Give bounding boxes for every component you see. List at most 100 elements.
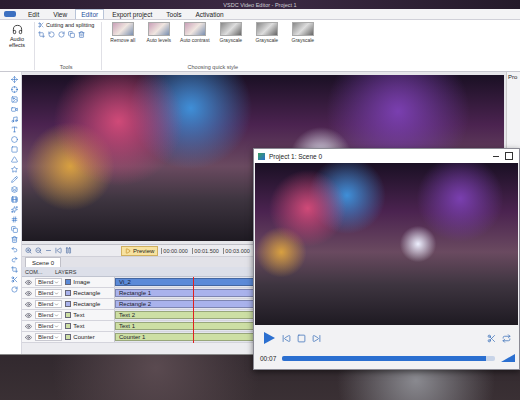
- player-controls: [254, 325, 519, 351]
- scissors-icon: [38, 22, 44, 28]
- style-thumbnail: [184, 22, 206, 36]
- visibility-icon[interactable]: [25, 334, 32, 341]
- visibility-icon[interactable]: [25, 279, 32, 286]
- tool-icon[interactable]: [11, 196, 18, 203]
- tool-icon[interactable]: [11, 216, 18, 223]
- layer-type: Image: [65, 279, 90, 285]
- previous-icon[interactable]: [282, 334, 291, 343]
- preview-window[interactable]: Project 1: Scene 000:07: [253, 148, 520, 370]
- tool-icon[interactable]: [11, 136, 18, 143]
- tool-icon[interactable]: [11, 156, 18, 163]
- tool-icon[interactable]: [11, 86, 18, 93]
- copy-icon[interactable]: [68, 31, 75, 38]
- quick-style-item[interactable]: Grayscale: [285, 22, 320, 43]
- menu-bar: EditViewEditorExport projectToolsActivat…: [0, 9, 520, 20]
- zoom-in-icon[interactable]: [25, 247, 32, 254]
- group-label: Choosing quick style: [105, 64, 320, 70]
- stop-icon[interactable]: [297, 334, 306, 343]
- menu-tab[interactable]: Tools: [160, 9, 187, 19]
- tool-icon[interactable]: [11, 126, 18, 133]
- progress-row: 00:07: [254, 351, 519, 365]
- tool-icon[interactable]: [11, 236, 18, 243]
- rotate-left-icon[interactable]: [48, 31, 55, 38]
- visibility-icon[interactable]: [25, 290, 32, 297]
- quick-style-item[interactable]: Auto levels: [141, 22, 176, 43]
- quick-style-item[interactable]: Auto contrast: [177, 22, 212, 43]
- layer-type: Text: [65, 323, 84, 329]
- tool-icon[interactable]: [11, 286, 18, 293]
- blend-select[interactable]: Blend: [35, 311, 62, 319]
- menu-tab[interactable]: Editor: [75, 9, 104, 19]
- crop-icon[interactable]: [38, 31, 45, 38]
- delete-icon[interactable]: [78, 31, 85, 38]
- ruler-tick: 00:00.000: [161, 248, 192, 254]
- menu-tab[interactable]: View: [47, 9, 73, 19]
- visibility-icon[interactable]: [25, 323, 32, 330]
- tool-icon[interactable]: [11, 276, 18, 283]
- style-thumbnail: [292, 22, 314, 36]
- play-icon[interactable]: [262, 331, 276, 345]
- quick-style-group: Remove allAuto levelsAuto contrastGraysc…: [101, 22, 323, 70]
- skip-back-icon[interactable]: [55, 247, 62, 254]
- tool-icon[interactable]: [11, 76, 18, 83]
- rotate-right-icon[interactable]: [58, 31, 65, 38]
- title-bar: VSDC Video Editor - Project 1: [0, 0, 520, 9]
- progress-bar[interactable]: [282, 356, 495, 361]
- quick-style-item[interactable]: Grayscale: [213, 22, 248, 43]
- visibility-icon[interactable]: [25, 301, 32, 308]
- dropdown-icon: [54, 313, 59, 318]
- tool-icon[interactable]: [11, 106, 18, 113]
- maximize-button[interactable]: [504, 152, 513, 161]
- progress-fill: [282, 356, 486, 361]
- tool-icon[interactable]: [11, 256, 18, 263]
- zoom-slider-icon[interactable]: [45, 247, 52, 254]
- blend-select[interactable]: Blend: [35, 278, 62, 286]
- tool-icon[interactable]: [11, 226, 18, 233]
- menu-tab[interactable]: Export project: [106, 9, 158, 19]
- dropdown-icon: [54, 291, 59, 296]
- quick-style-item[interactable]: Grayscale: [249, 22, 284, 43]
- group-label: Tools: [38, 64, 94, 70]
- object-toolbar: [0, 72, 22, 354]
- pause-icon[interactable]: [65, 247, 72, 254]
- blend-select[interactable]: Blend: [35, 322, 62, 330]
- tool-icon[interactable]: [11, 146, 18, 153]
- visibility-icon[interactable]: [25, 312, 32, 319]
- scissors-icon[interactable]: [487, 334, 496, 343]
- playhead[interactable]: [193, 277, 194, 343]
- cutting-button[interactable]: Cutting and splitting: [38, 22, 94, 28]
- tool-icon[interactable]: [11, 206, 18, 213]
- layer-swatch: [65, 279, 71, 285]
- layer-swatch: [65, 323, 71, 329]
- next-icon[interactable]: [312, 334, 321, 343]
- blend-select[interactable]: Blend: [35, 289, 62, 297]
- tool-icon[interactable]: [11, 166, 18, 173]
- layer-type: Rectangle: [65, 290, 100, 296]
- audio-effects-button[interactable]: Audio effects: [4, 22, 30, 70]
- blend-select[interactable]: Blend: [35, 333, 62, 341]
- tool-icon[interactable]: [11, 116, 18, 123]
- tools-group: Cutting and splitting Tools: [34, 22, 97, 70]
- play-icon: [125, 248, 131, 254]
- volume-icon[interactable]: [501, 354, 515, 362]
- app-menu-button[interactable]: [4, 11, 16, 17]
- blend-select[interactable]: Blend: [35, 300, 62, 308]
- layer-swatch: [65, 334, 71, 340]
- scene-tab[interactable]: Scene 0: [25, 257, 61, 267]
- dropdown-icon: [54, 335, 59, 340]
- minimize-button[interactable]: [491, 152, 500, 161]
- tool-icon[interactable]: [11, 246, 18, 253]
- tool-icon[interactable]: [11, 186, 18, 193]
- loop-icon[interactable]: [502, 334, 511, 343]
- layer-type: Counter: [65, 334, 94, 340]
- tool-icon[interactable]: [11, 96, 18, 103]
- tool-icon[interactable]: [11, 176, 18, 183]
- quick-style-item[interactable]: Remove all: [105, 22, 140, 43]
- layer-swatch: [65, 312, 71, 318]
- menu-tab[interactable]: Activation: [189, 9, 229, 19]
- zoom-out-icon[interactable]: [35, 247, 42, 254]
- menu-tab[interactable]: Edit: [22, 9, 45, 19]
- preview-button[interactable]: Preview: [121, 246, 158, 256]
- tool-icon[interactable]: [11, 266, 18, 273]
- current-time: 00:07: [260, 355, 276, 362]
